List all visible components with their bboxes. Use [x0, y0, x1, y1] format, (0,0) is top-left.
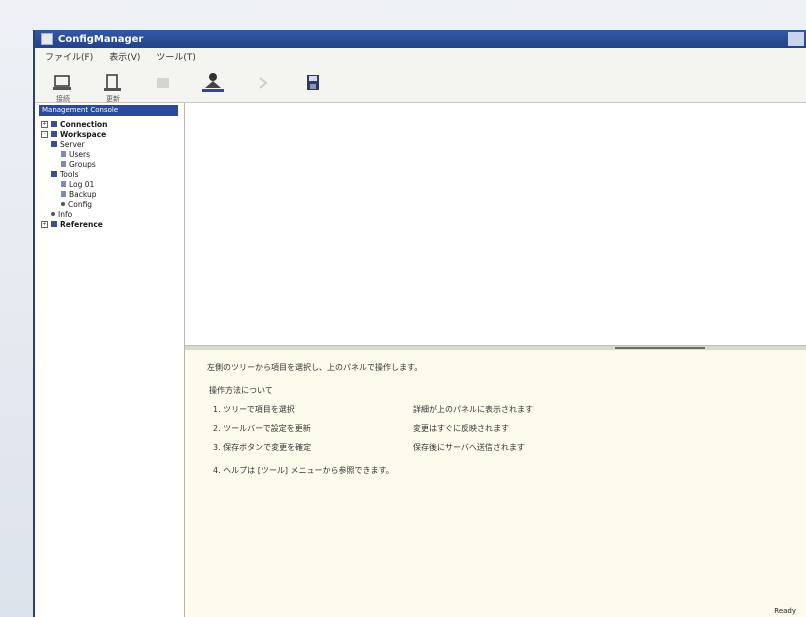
status-bar: Ready — [774, 607, 796, 615]
connect-button[interactable]: 接続 — [45, 68, 81, 103]
info-row-right: 変更はすぐに反映されます — [413, 424, 509, 433]
refresh-label: 更新 — [106, 95, 120, 103]
tree-item-label: Tools — [60, 169, 79, 179]
stop-button[interactable] — [145, 68, 181, 102]
save-icon — [307, 75, 319, 90]
tree-item-reference[interactable]: + Reference — [35, 219, 184, 229]
help-icon — [259, 77, 268, 89]
menu-view[interactable]: 表示(V) — [109, 50, 140, 63]
info-row-left: 2. ツールバーで設定を更新 — [213, 424, 311, 433]
document-icon — [61, 151, 66, 157]
info-row-left: 3. 保存ボタンで変更を確定 — [213, 443, 312, 452]
desktop: ConfigManager ファイル(F) 表示(V) ツール(T) 接続 更新… — [0, 0, 806, 617]
tree-item-connection[interactable]: + Connection — [35, 119, 184, 129]
info-title: 左側のツリーから項目を選択し、上のパネルで操作します。 — [207, 363, 423, 372]
info-pane: 左側のツリーから項目を選択し、上のパネルで操作します。 操作方法について 1. … — [185, 350, 806, 617]
save-button[interactable] — [295, 68, 331, 102]
app-window: ConfigManager ファイル(F) 表示(V) ツール(T) 接続 更新… — [33, 30, 806, 617]
app-icon — [41, 33, 53, 45]
tree-item-info[interactable]: Info — [35, 209, 184, 219]
menu-bar: ファイル(F) 表示(V) ツール(T) — [35, 48, 806, 64]
collapse-toggle-icon[interactable]: - — [41, 130, 48, 138]
title-bar[interactable]: ConfigManager — [35, 30, 806, 48]
tree-item-tools[interactable]: Tools — [35, 169, 184, 179]
user-upload-icon — [202, 73, 224, 92]
window-title: ConfigManager — [58, 33, 144, 45]
tree-item-workspace[interactable]: - Workspace — [35, 129, 184, 139]
tree-item-backup[interactable]: Backup — [35, 189, 184, 199]
tree-item-log[interactable]: Log 01 — [35, 179, 184, 189]
info-row-left: 1. ツリーで項目を選択 — [213, 405, 295, 414]
close-button[interactable] — [788, 32, 804, 46]
info-row: 2. ツールバーで設定を更新 変更はすぐに反映されます — [207, 423, 806, 442]
folder-icon — [51, 121, 57, 127]
navigation-pane: Management Console + Connection - Worksp… — [35, 103, 185, 617]
folder-icon — [51, 141, 57, 147]
tree-item-label: Backup — [69, 189, 97, 199]
connect-icon — [53, 75, 71, 90]
info-row-right: 詳細が上のパネルに表示されます — [413, 405, 533, 414]
menu-file[interactable]: ファイル(F) — [45, 50, 93, 63]
document-icon — [61, 181, 66, 187]
info-row-right: 保存後にサーバへ送信されます — [413, 443, 525, 452]
user-upload-button[interactable] — [195, 68, 231, 102]
folder-icon — [51, 131, 57, 137]
tree-header: Management Console — [39, 105, 178, 116]
info-row: 1. ツリーで項目を選択 詳細が上のパネルに表示されます — [207, 404, 806, 423]
tree-item-config[interactable]: Config — [35, 199, 184, 209]
tree-item-label: Config — [68, 199, 93, 209]
folder-icon — [51, 221, 57, 227]
folder-icon — [51, 171, 57, 177]
navigation-tree: + Connection - Workspace Server Users Gr… — [35, 116, 184, 229]
info-footer: 4. ヘルプは [ツール] メニューから参照できます。 — [213, 466, 394, 475]
stop-icon — [157, 78, 169, 88]
tree-item-label: Server — [60, 139, 85, 149]
tree-item-label: Groups — [69, 159, 96, 169]
toolbar: 接続 更新 — [35, 64, 806, 103]
tree-item-label: Connection — [60, 119, 108, 129]
expand-toggle-icon[interactable]: + — [41, 220, 48, 228]
tree-item-groups[interactable]: Groups — [35, 159, 184, 169]
document-icon — [61, 161, 66, 167]
menu-tools[interactable]: ツール(T) — [156, 50, 196, 63]
bullet-icon — [61, 202, 65, 206]
tree-item-label: Info — [58, 209, 73, 219]
bullet-icon — [51, 212, 55, 216]
connect-label: 接続 — [56, 95, 70, 103]
refresh-button[interactable]: 更新 — [95, 68, 131, 103]
tree-item-users[interactable]: Users — [35, 149, 184, 159]
info-row: 3. 保存ボタンで変更を確定 保存後にサーバへ送信されます — [207, 442, 806, 461]
tree-item-label: Users — [69, 149, 91, 159]
refresh-icon — [104, 74, 121, 91]
tree-item-label: Workspace — [60, 129, 107, 139]
document-icon — [61, 191, 66, 197]
detail-pane — [185, 103, 806, 345]
splitter-grip[interactable] — [615, 347, 705, 349]
tree-item-label: Log 01 — [69, 179, 95, 189]
help-button[interactable] — [245, 68, 281, 102]
tree-item-server[interactable]: Server — [35, 139, 184, 149]
tree-item-label: Reference — [60, 219, 103, 229]
info-subtitle: 操作方法について — [209, 386, 273, 395]
expand-toggle-icon[interactable]: + — [41, 120, 48, 128]
